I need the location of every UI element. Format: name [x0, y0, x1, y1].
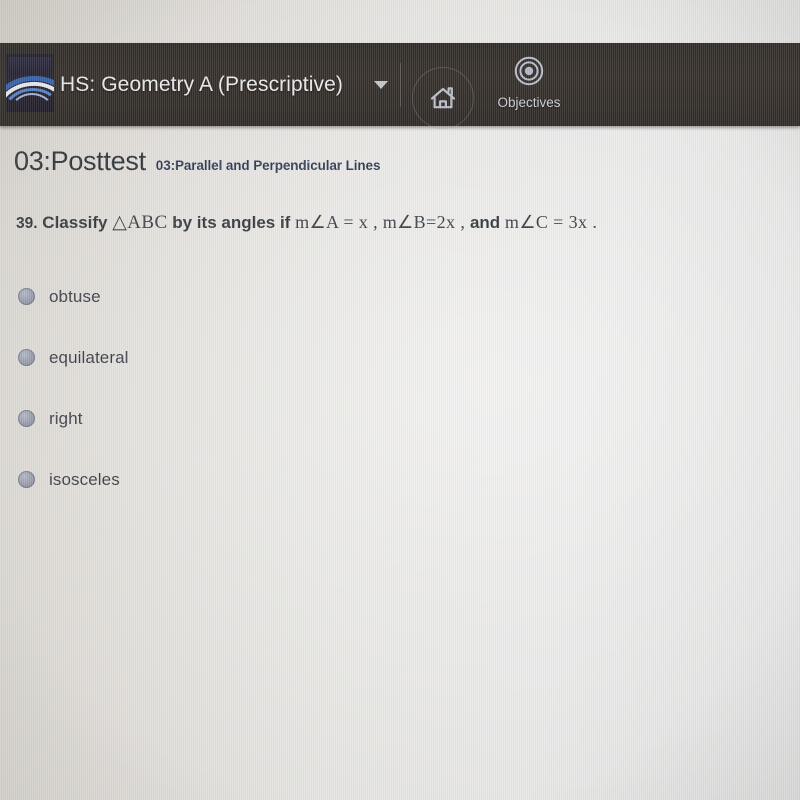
page-heading: 03:Posttest 03:Parallel and Perpendicula… — [14, 146, 380, 177]
toolbar-divider — [400, 63, 401, 107]
answer-option-label: isosceles — [49, 469, 120, 489]
home-button[interactable] — [412, 67, 474, 129]
home-icon — [428, 84, 458, 112]
top-navigation-bar: HS: Geometry A (Prescriptive) Objectives — [0, 43, 800, 129]
answer-option-right[interactable]: right — [18, 388, 418, 449]
answer-option-obtuse[interactable]: obtuse — [18, 266, 418, 327]
page-subtitle: 03:Parallel and Perpendicular Lines — [155, 158, 381, 173]
answer-option-equilateral[interactable]: equilateral — [18, 327, 418, 388]
radio-unselected-icon[interactable] — [18, 410, 35, 427]
lms-arch-logo-icon — [6, 54, 54, 112]
answer-option-isosceles[interactable]: isosceles — [18, 449, 418, 510]
answer-options-list: obtuse equilateral right isosceles — [18, 266, 418, 510]
answer-option-label: equilateral — [49, 347, 129, 367]
chevron-down-icon[interactable] — [374, 81, 388, 89]
course-title[interactable]: HS: Geometry A (Prescriptive) — [60, 43, 343, 126]
answer-option-label: obtuse — [49, 286, 101, 306]
question-prompt: 39. Classify △ABC by its angles if m∠A =… — [16, 211, 786, 234]
angle-b-expression: m∠B=2x , — [382, 212, 466, 232]
angle-a-expression: m∠A = x , — [295, 212, 378, 232]
target-icon — [513, 55, 545, 92]
triangle-abc-expression: △ABC — [112, 212, 168, 233]
radio-unselected-icon[interactable] — [18, 288, 35, 305]
question-number: 39. — [16, 215, 38, 232]
question-text-middle: by its angles if — [172, 213, 291, 232]
angle-c-expression: m∠C = 3x . — [504, 212, 598, 232]
question-conjunction: and — [469, 213, 501, 232]
objectives-label: Objectives — [497, 95, 561, 110]
question-text-before: Classify — [42, 213, 108, 232]
objectives-button[interactable]: Objectives — [483, 55, 575, 110]
answer-option-label: right — [49, 408, 83, 428]
radio-unselected-icon[interactable] — [18, 349, 35, 366]
lms-screen-photo: HS: Geometry A (Prescriptive) Objectives… — [0, 0, 800, 800]
page-title: 03:Posttest — [14, 146, 146, 176]
radio-unselected-icon[interactable] — [18, 471, 35, 488]
